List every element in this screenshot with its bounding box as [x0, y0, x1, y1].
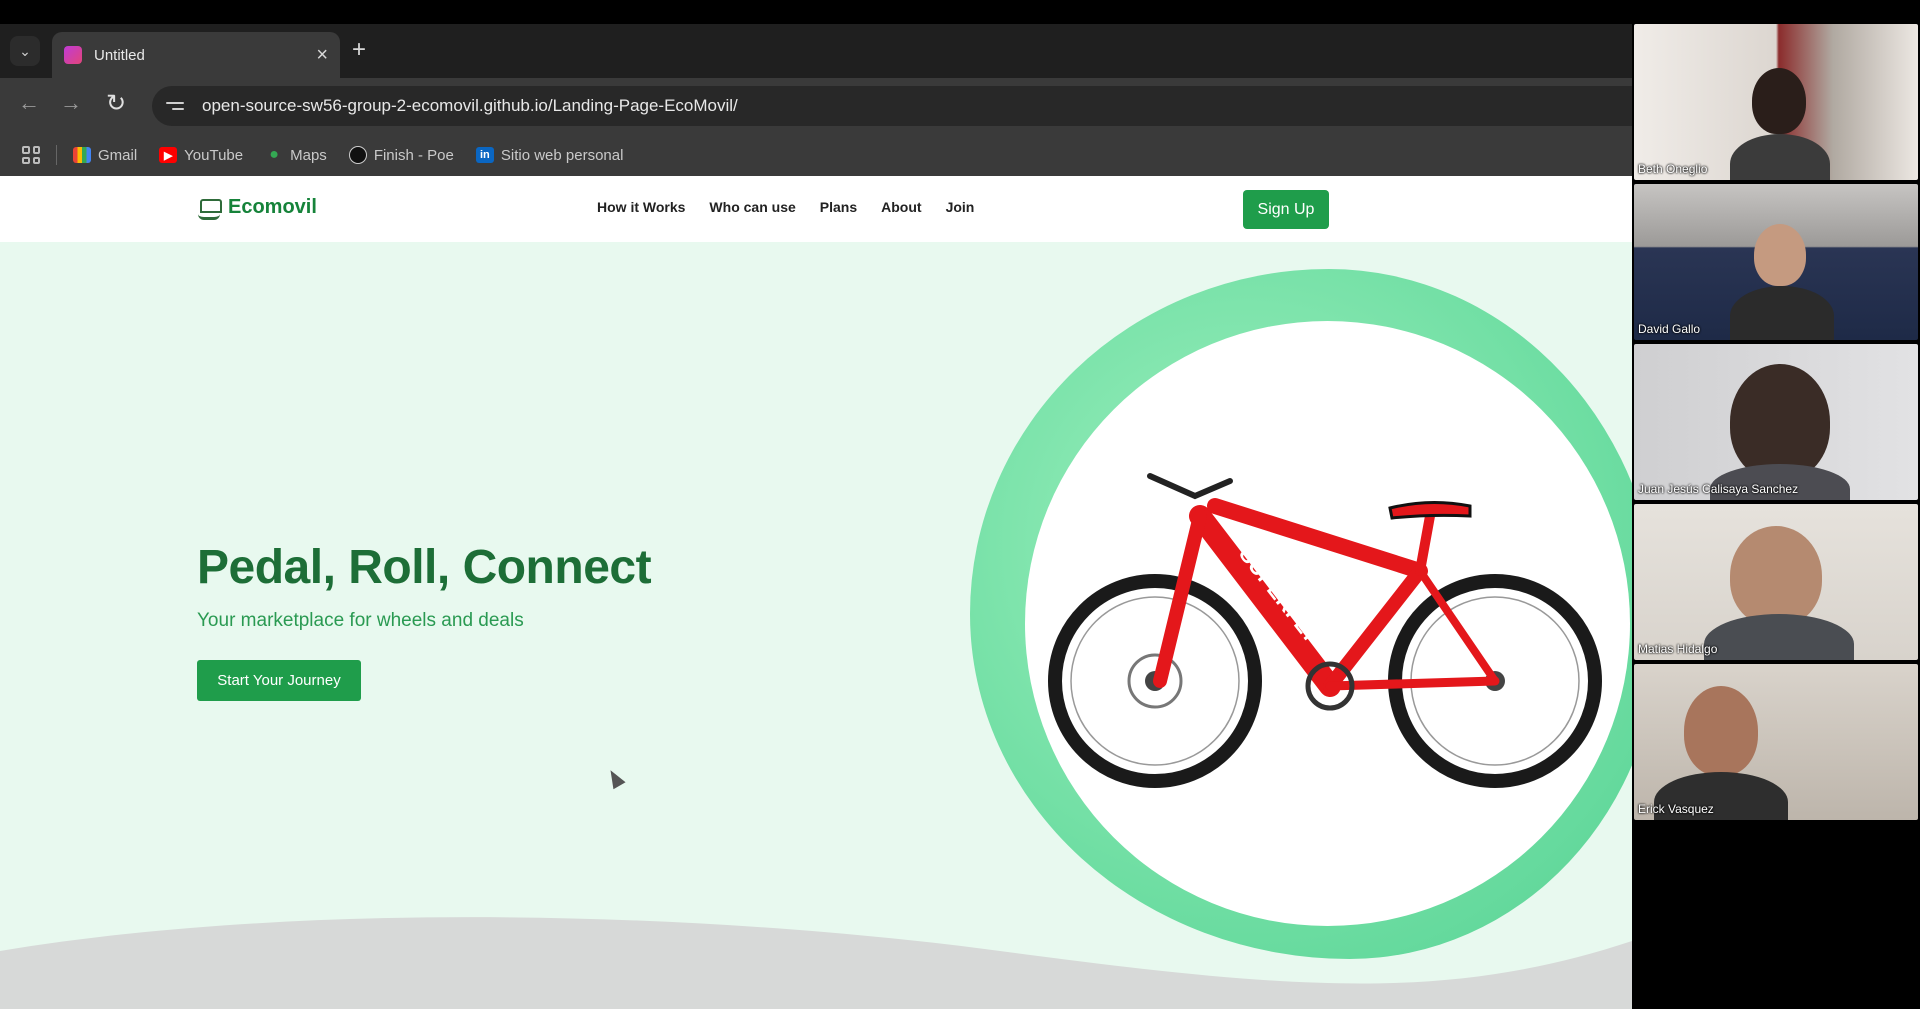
participant-tile[interactable]: Beth Oneglio: [1634, 24, 1918, 180]
nav-join[interactable]: Join: [946, 199, 975, 215]
bookmark-label: Maps: [290, 146, 327, 164]
forward-arrow-icon[interactable]: →: [60, 92, 82, 114]
bookmark-label: Sitio web personal: [500, 146, 624, 164]
participant-name: Juan Jesús Calisaya Sanchez: [1638, 482, 1799, 496]
participant-avatar: [1730, 526, 1822, 626]
participant-avatar: [1754, 224, 1806, 286]
youtube-icon: ▶: [159, 147, 178, 163]
participant-tile[interactable]: David Gallo: [1634, 184, 1918, 340]
participant-body: [1704, 614, 1854, 660]
participant-tile[interactable]: Matias Hidalgo: [1634, 504, 1918, 660]
vehicle-logo-icon: [198, 195, 222, 220]
reload-icon[interactable]: ↻: [106, 92, 126, 116]
sign-up-button[interactable]: Sign Up: [1243, 190, 1329, 229]
bike-saddle: [1388, 500, 1472, 520]
bookmark-label: Gmail: [98, 146, 138, 164]
bookmark-gmail[interactable]: Gmail: [73, 147, 137, 164]
brand-name: Ecomovil: [228, 195, 317, 218]
hero-title: Pedal, Roll, Connect: [197, 541, 652, 594]
url-text: open-source-sw56-group-2-ecomovil.github…: [202, 96, 738, 115]
participant-body: [1730, 286, 1834, 340]
bookmark-personal-site[interactable]: in Sitio web personal: [475, 146, 624, 164]
chevron-down-icon: ⌄: [19, 42, 31, 59]
screen: ⌄ Untitled × + ← → ↻ open-source-sw56-gr…: [0, 0, 1920, 1009]
participant-avatar: [1684, 686, 1758, 776]
bicycle-image: SUPERFLY: [1048, 473, 1602, 788]
participant-name: Erick Vasquez: [1638, 802, 1714, 816]
apps-grid-icon[interactable]: [22, 146, 40, 164]
participant-name: Matias Hidalgo: [1638, 642, 1718, 656]
bike-handlebar: [1147, 473, 1233, 500]
page-viewport: Ecomovil How it Works Who can use Plans …: [0, 176, 1632, 1009]
new-tab-button[interactable]: +: [352, 38, 366, 62]
brand-logo[interactable]: Ecomovil: [198, 195, 317, 220]
tab-title: Untitled: [94, 46, 145, 64]
back-arrow-icon[interactable]: ←: [18, 92, 40, 114]
maps-icon: ●: [269, 146, 279, 163]
bookmark-youtube[interactable]: ▶ YouTube: [159, 147, 243, 164]
poe-icon: [348, 146, 367, 164]
close-icon[interactable]: ×: [316, 45, 328, 65]
bookmark-label: YouTube: [184, 146, 244, 164]
nav-about[interactable]: About: [881, 199, 921, 215]
participant-name: Beth Oneglio: [1638, 162, 1708, 176]
bookmark-maps[interactable]: ● Maps: [265, 146, 327, 164]
meeting-participants-panel: Beth Oneglio David Gallo Juan Jesús Cali…: [1632, 24, 1920, 1009]
tab-search-button[interactable]: ⌄: [10, 36, 40, 66]
participant-tile[interactable]: Juan Jesús Calisaya Sanchez: [1634, 344, 1918, 500]
gmail-icon: [73, 147, 91, 163]
linkedin-icon: in: [475, 147, 494, 163]
participant-body: [1730, 134, 1830, 180]
tab-favicon-icon: [64, 46, 82, 64]
bookmark-poe[interactable]: Finish - Poe: [348, 146, 454, 164]
participant-tile[interactable]: Erick Vasquez: [1634, 664, 1918, 820]
site-header: Ecomovil How it Works Who can use Plans …: [0, 176, 1632, 242]
nav-how-it-works[interactable]: How it Works: [597, 199, 685, 215]
main-nav: How it Works Who can use Plans About Joi…: [597, 199, 998, 215]
hero-subtitle: Your marketplace for wheels and deals: [197, 610, 524, 631]
bookmark-label: Finish - Poe: [373, 146, 454, 164]
start-journey-button[interactable]: Start Your Journey: [197, 660, 361, 701]
participant-name: David Gallo: [1638, 322, 1701, 336]
site-info-icon[interactable]: [166, 96, 186, 116]
participant-avatar: [1752, 68, 1806, 134]
address-bar[interactable]: open-source-sw56-group-2-ecomovil.github…: [152, 86, 1712, 126]
nav-who-can-use[interactable]: Who can use: [709, 199, 795, 215]
nav-plans[interactable]: Plans: [820, 199, 857, 215]
browser-tab[interactable]: Untitled ×: [52, 32, 340, 78]
participant-avatar: [1730, 364, 1830, 480]
hero-bottom-wave: [0, 917, 1632, 1009]
bookmarks-divider: [56, 145, 57, 165]
mouse-cursor-icon: [604, 766, 626, 790]
